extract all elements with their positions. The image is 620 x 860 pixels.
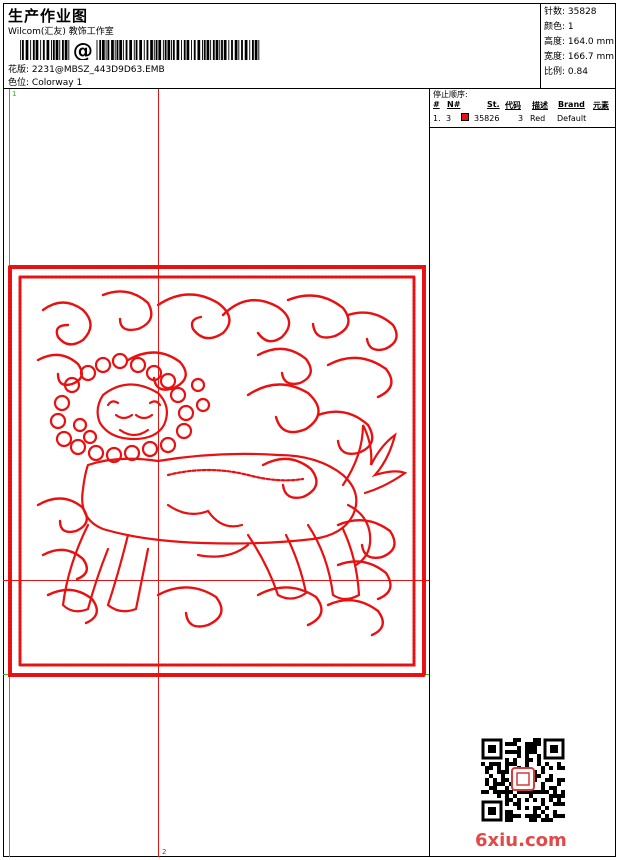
- row-needle: 3: [446, 114, 452, 123]
- thread-color-swatch: [461, 113, 469, 121]
- design-file-label: 花版:: [8, 65, 30, 75]
- row-index: 1.: [433, 114, 441, 123]
- stitch-count: 针数: 35828: [544, 7, 597, 17]
- barcode-symbol: @: [73, 40, 93, 60]
- design-scale: 比例: 0.84: [544, 67, 588, 77]
- row-code: 3: [518, 114, 524, 123]
- site-watermark: 6xiu.com: [475, 830, 567, 851]
- col-header-code: 代码: [505, 101, 521, 110]
- row-description: Red: [530, 114, 546, 123]
- page-title: 生产作业图: [8, 7, 89, 25]
- guide-marker-1: 1: [12, 90, 17, 98]
- design-width: 宽度: 166.7 mm: [544, 52, 615, 62]
- row-brand: Default: [557, 114, 587, 123]
- colorway-name: Colorway 1: [31, 78, 83, 88]
- col-header-stitches: St.: [487, 100, 500, 109]
- stats-panel: 针数: 35828 颜色: 1 高度: 164.0 mm 宽度: 166.7 m…: [540, 3, 616, 89]
- company-name: Wilcom(汇友) 教饰工作室: [8, 27, 114, 37]
- qr-code-icon: [481, 738, 565, 822]
- embroidery-design: [8, 265, 426, 677]
- design-height: 高度: 164.0 mm: [544, 37, 615, 47]
- col-header-element: 元素: [593, 101, 609, 110]
- panel-divider: [430, 127, 616, 128]
- col-header-needle: N#: [447, 100, 461, 109]
- col-header-description: 描述: [532, 101, 548, 110]
- colorway-label: 色位:: [8, 78, 30, 88]
- barcode: @: [20, 40, 260, 60]
- col-header-index: #: [433, 100, 440, 109]
- design-file-name: 2231@MBSZ_443D9D63.EMB: [31, 65, 165, 75]
- color-count: 颜色: 1: [544, 22, 574, 32]
- design-file-row: 花版: 2231@MBSZ_443D9D63.EMB: [8, 62, 165, 75]
- document-header: 生产作业图 Wilcom(汇友) 教饰工作室 @ 花版: 2231@MBSZ_4…: [3, 3, 616, 89]
- guide-marker-2: 2: [162, 848, 167, 856]
- qr-center-logo: [511, 767, 535, 791]
- stop-sequence-title: 停止顺序:: [433, 90, 468, 99]
- colorway-row: 色位: Colorway 1: [8, 75, 82, 88]
- col-header-brand: Brand: [558, 100, 585, 109]
- row-stitches: 35826: [474, 114, 500, 123]
- lion-figure: [61, 383, 408, 613]
